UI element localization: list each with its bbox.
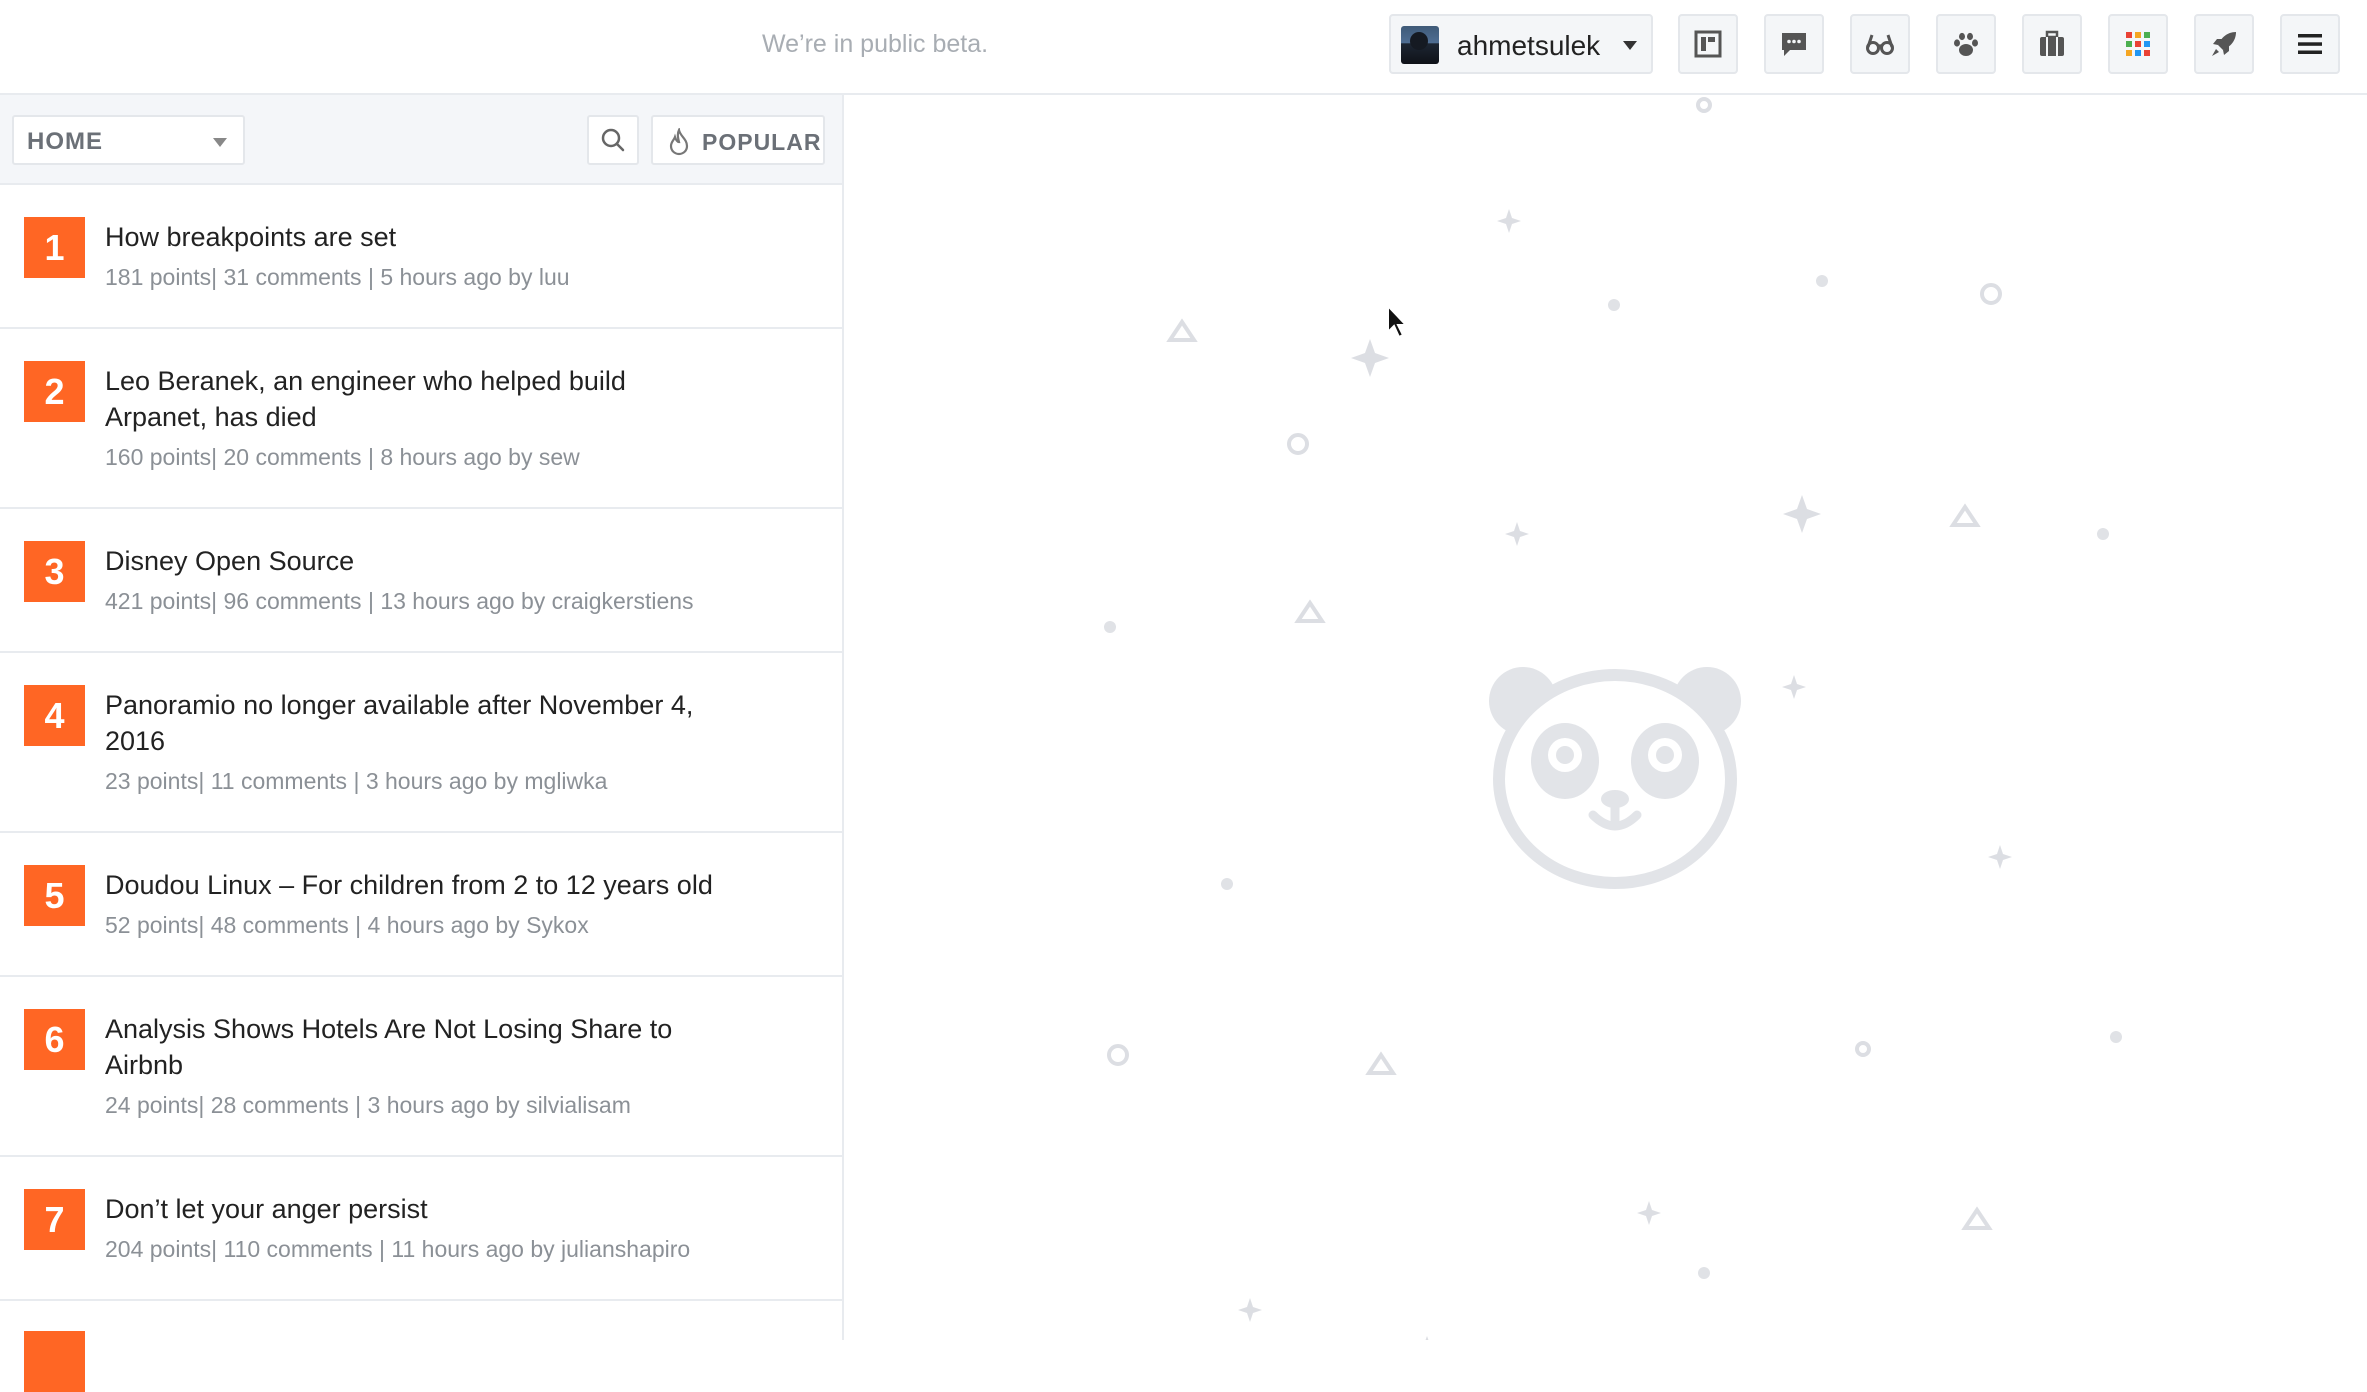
list-item[interactable]: [0, 1301, 842, 1392]
apps-grid-icon: [2126, 32, 2150, 56]
story-list: 1 How breakpoints are set 181 points| 31…: [0, 185, 842, 1392]
username: ahmetsulek: [1457, 30, 1601, 61]
briefcase-icon: [2040, 30, 2064, 56]
story-meta: 24 points| 28 comments | 3 hours ago by …: [105, 1092, 631, 1118]
story-preview-pane: [844, 95, 2367, 1340]
rank-badge: 1: [24, 217, 85, 278]
rocket-icon: [2212, 32, 2236, 56]
mouse-cursor-icon: [1387, 304, 1409, 339]
panda-icon: [1489, 667, 1741, 889]
list-item[interactable]: 6 Analysis Shows Hotels Are Not Losing S…: [0, 977, 842, 1157]
beta-notice: We’re in public beta.: [762, 30, 989, 58]
glasses-icon: [1866, 34, 1894, 55]
story-meta: 204 points| 110 comments | 11 hours ago …: [105, 1236, 691, 1262]
list-item[interactable]: 4 Panoramio no longer available after No…: [0, 653, 842, 833]
rank-badge: 3: [24, 541, 85, 602]
story-meta: 181 points| 31 comments | 5 hours ago by…: [105, 264, 570, 290]
list-item[interactable]: 7 Don’t let your anger persist 204 point…: [0, 1157, 842, 1301]
category-select-label: HOME: [27, 128, 103, 155]
launch-button[interactable]: [2194, 14, 2254, 74]
list-item[interactable]: 1 How breakpoints are set 181 points| 31…: [0, 185, 842, 329]
board-button[interactable]: [1678, 14, 1738, 74]
paw-button[interactable]: [1936, 14, 1996, 74]
popular-sort-label: POPULAR: [702, 129, 822, 155]
paw-icon: [1954, 32, 1978, 56]
rank-badge: 6: [24, 1009, 85, 1070]
apps-button[interactable]: [2108, 14, 2168, 74]
list-item[interactable]: 2 Leo Beranek, an engineer who helped bu…: [0, 329, 842, 509]
rank-badge: 4: [24, 685, 85, 746]
top-bar: We’re in public beta. ahmetsulek: [0, 0, 2367, 95]
story-title-link[interactable]: Disney Open Source: [105, 543, 785, 579]
menu-icon: [2298, 34, 2322, 54]
story-title-link[interactable]: Doudou Linux – For children from 2 to 12…: [105, 867, 805, 903]
jobs-button[interactable]: [2022, 14, 2082, 74]
list-item[interactable]: 5 Doudou Linux – For children from 2 to …: [0, 833, 842, 977]
board-icon: [1694, 30, 1722, 58]
user-menu-button[interactable]: ahmetsulek: [1389, 14, 1653, 74]
flame-icon: [669, 128, 689, 156]
chevron-down-icon: [213, 138, 227, 147]
story-panel: HOME POPULAR 1 How breakpoints are set 1…: [0, 95, 844, 1392]
rank-badge: 2: [24, 361, 85, 422]
chat-icon: [1782, 33, 1806, 56]
rank-badge: [24, 1331, 85, 1392]
story-title-link[interactable]: How breakpoints are set: [105, 219, 785, 255]
story-meta: 421 points| 96 comments | 13 hours ago b…: [105, 588, 694, 614]
category-select[interactable]: HOME: [12, 115, 245, 165]
story-meta: 52 points| 48 comments | 4 hours ago by …: [105, 912, 589, 938]
search-button[interactable]: [587, 115, 639, 165]
rank-badge: 5: [24, 865, 85, 926]
story-meta: 23 points| 11 comments | 3 hours ago by …: [105, 768, 608, 794]
chat-button[interactable]: [1764, 14, 1824, 74]
list-item[interactable]: 3 Disney Open Source 421 points| 96 comm…: [0, 509, 842, 653]
avatar: [1401, 26, 1439, 64]
readlater-button[interactable]: [1850, 14, 1910, 74]
rank-badge: 7: [24, 1189, 85, 1250]
filter-bar: HOME POPULAR: [0, 95, 842, 185]
story-title-link[interactable]: Analysis Shows Hotels Are Not Losing Sha…: [105, 1011, 705, 1083]
chevron-down-icon: [1623, 41, 1637, 50]
popular-sort-button[interactable]: POPULAR: [651, 115, 825, 165]
search-icon: [601, 128, 625, 152]
story-title-link[interactable]: Panoramio no longer available after Nove…: [105, 687, 745, 759]
story-meta: 160 points| 20 comments | 8 hours ago by…: [105, 444, 580, 470]
story-title-link[interactable]: Don’t let your anger persist: [105, 1191, 785, 1227]
story-title-link[interactable]: Leo Beranek, an engineer who helped buil…: [105, 363, 675, 435]
menu-button[interactable]: [2280, 14, 2340, 74]
